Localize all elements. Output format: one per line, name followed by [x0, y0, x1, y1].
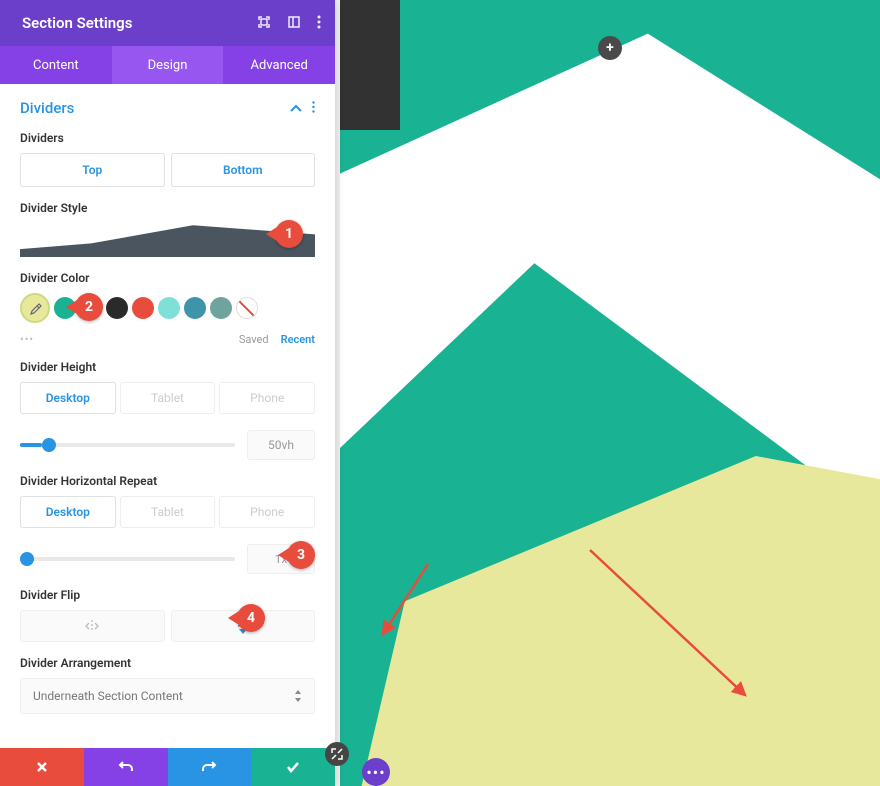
color-swatch[interactable] — [158, 297, 180, 319]
annotation-arrow-1 — [378, 564, 438, 648]
divider-bottom-button[interactable]: Bottom — [171, 153, 316, 187]
height-tablet[interactable]: Tablet — [120, 382, 216, 414]
color-saved-tab[interactable]: Saved — [239, 333, 269, 346]
callout-2: 2 — [75, 293, 103, 321]
panel-footer — [0, 748, 335, 786]
undo-button[interactable] — [84, 748, 168, 786]
color-swatch[interactable] — [210, 297, 232, 319]
layout-icon[interactable] — [287, 14, 301, 33]
height-value[interactable]: 50vh — [247, 430, 315, 460]
chevron-up-icon[interactable] — [290, 98, 302, 117]
callout-4: 4 — [237, 604, 265, 632]
panel-header: Section Settings — [0, 0, 335, 46]
label-arrangement: Divider Arrangement — [20, 656, 315, 670]
label-dividers: Dividers — [20, 131, 315, 145]
more-icon[interactable] — [317, 14, 321, 33]
group-header[interactable]: Dividers — [20, 98, 315, 117]
color-swatch[interactable] — [184, 297, 206, 319]
add-section-button[interactable]: + — [598, 36, 622, 60]
color-swatch[interactable] — [132, 297, 154, 319]
tab-design[interactable]: Design — [112, 46, 224, 84]
callout-1: 1 — [275, 220, 303, 248]
label-flip: Divider Flip — [20, 588, 315, 602]
divider-top-button[interactable]: Top — [20, 153, 165, 187]
group-title: Dividers — [20, 99, 74, 117]
annotation-arrow-2 — [590, 550, 760, 714]
arrangement-select[interactable]: Underneath Section Content — [20, 678, 315, 714]
snap-icon[interactable] — [257, 14, 271, 33]
group-more-icon[interactable] — [312, 98, 315, 117]
repeat-desktop[interactable]: Desktop — [20, 496, 116, 528]
panel-tabs: Content Design Advanced — [0, 46, 335, 84]
cancel-button[interactable] — [0, 748, 84, 786]
repeat-slider[interactable] — [20, 557, 235, 561]
repeat-phone[interactable]: Phone — [219, 496, 315, 528]
select-chevron-icon — [294, 690, 302, 702]
redo-button[interactable] — [168, 748, 252, 786]
more-fab[interactable]: ••• — [362, 758, 390, 786]
height-desktop[interactable]: Desktop — [20, 382, 116, 414]
label-style: Divider Style — [20, 201, 315, 215]
color-footer: ••• Saved Recent — [20, 333, 315, 346]
color-more-icon[interactable]: ••• — [20, 333, 34, 346]
color-swatches — [20, 293, 315, 323]
save-button[interactable] — [251, 748, 335, 786]
tab-content[interactable]: Content — [0, 46, 112, 84]
tab-advanced[interactable]: Advanced — [223, 46, 335, 84]
flip-h-button[interactable] — [20, 610, 165, 642]
color-recent-tab[interactable]: Recent — [281, 333, 315, 346]
label-repeat: Divider Horizontal Repeat — [20, 474, 315, 488]
callout-3: 3 — [287, 541, 315, 569]
settings-panel: Section Settings Content Design Advanced… — [0, 0, 335, 786]
canvas-dark-strip — [340, 0, 400, 130]
height-slider[interactable] — [20, 443, 235, 447]
panel-title: Section Settings — [22, 14, 132, 32]
arrangement-value: Underneath Section Content — [33, 689, 183, 703]
repeat-tablet[interactable]: Tablet — [120, 496, 216, 528]
panel-body: Dividers Dividers Top Bottom Divider Sty… — [0, 84, 335, 748]
color-picker-swatch[interactable] — [20, 293, 50, 323]
color-swatch[interactable] — [106, 297, 128, 319]
color-none-swatch[interactable] — [236, 297, 258, 319]
label-height: Divider Height — [20, 360, 315, 374]
label-color: Divider Color — [20, 271, 315, 285]
height-phone[interactable]: Phone — [219, 382, 315, 414]
